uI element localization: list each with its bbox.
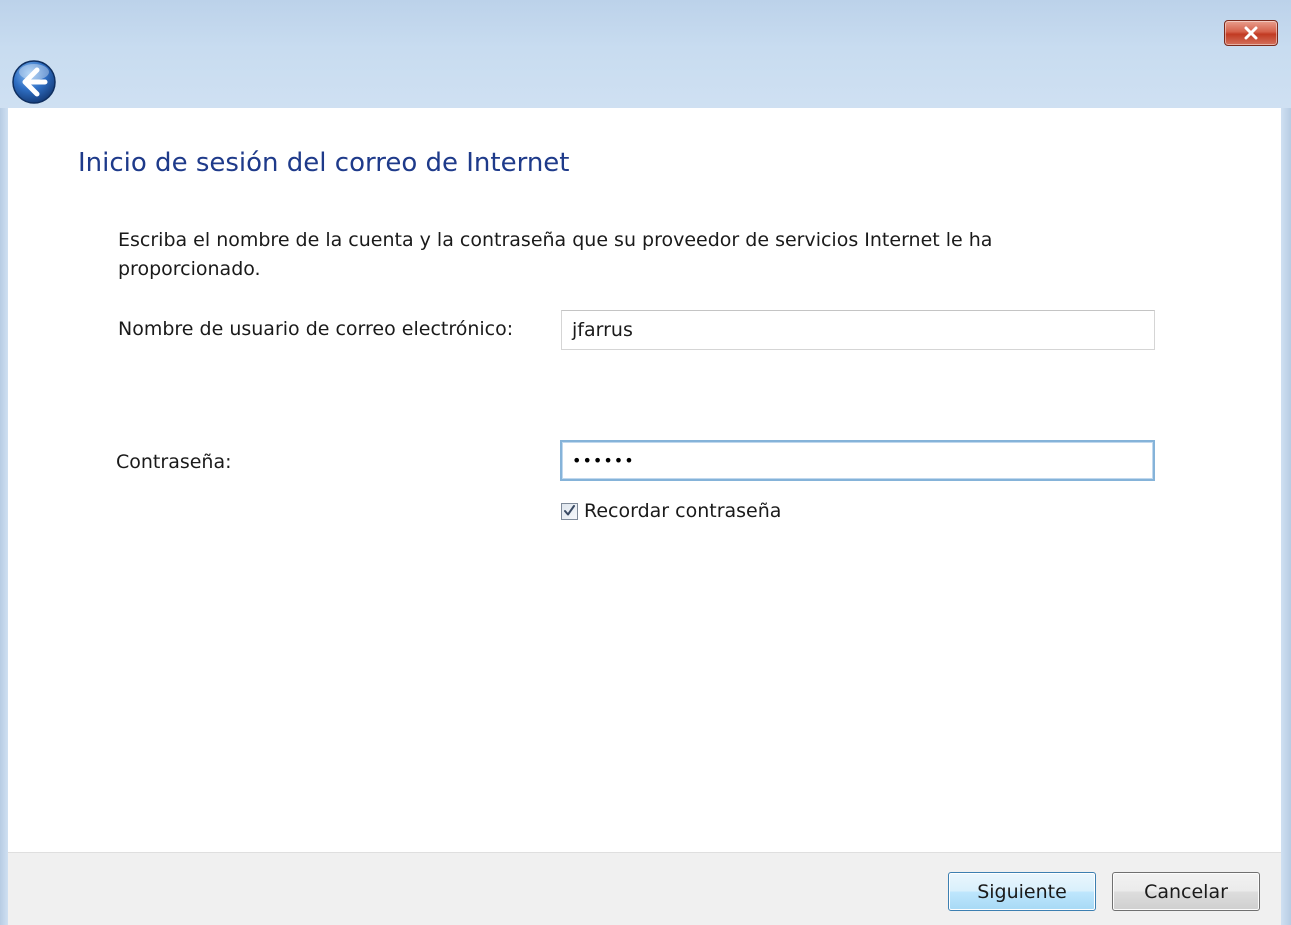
next-button[interactable]: Siguiente (948, 872, 1096, 911)
close-x-icon (1243, 26, 1259, 40)
wizard-window: Inicio de sesión del correo de Internet … (0, 0, 1291, 925)
username-label: Nombre de usuario de correo electrónico: (118, 318, 514, 340)
password-label: Contraseña: (116, 451, 232, 473)
username-value: jfarrus (572, 319, 633, 341)
window-frame-left (0, 108, 8, 925)
checkmark-icon (563, 502, 576, 521)
remember-password-checkbox[interactable] (561, 502, 578, 521)
close-button[interactable] (1224, 20, 1278, 46)
password-input[interactable]: •••••• (560, 440, 1155, 481)
instructions-text: Escriba el nombre de la cuenta y la cont… (118, 229, 993, 280)
title-bar (0, 0, 1291, 108)
username-input[interactable]: jfarrus (561, 310, 1155, 350)
remember-password-row[interactable]: Recordar contraseña (561, 500, 781, 522)
page-title: Inicio de sesión del correo de Internet (78, 148, 570, 178)
back-button[interactable] (10, 58, 58, 106)
window-frame-right (1281, 108, 1291, 925)
remember-password-label: Recordar contraseña (584, 500, 782, 522)
wizard-footer: Siguiente Cancelar (8, 852, 1281, 925)
password-value: •••••• (572, 451, 635, 470)
wizard-content: Inicio de sesión del correo de Internet … (8, 108, 1281, 852)
cancel-button[interactable]: Cancelar (1112, 872, 1260, 911)
